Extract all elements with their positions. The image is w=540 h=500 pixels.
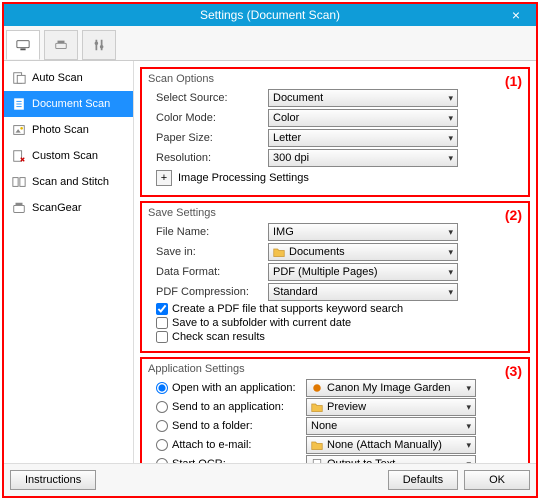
- chevron-down-icon: ▾: [448, 133, 453, 144]
- window-title: Settings (Document Scan): [200, 8, 340, 22]
- select-source-dropdown[interactable]: Document▾: [268, 89, 458, 107]
- color-mode-dropdown[interactable]: Color▾: [268, 109, 458, 127]
- chevron-down-icon: ▾: [466, 402, 471, 413]
- annotation-marker: (2): [505, 207, 522, 223]
- chevron-down-icon: ▾: [448, 247, 453, 258]
- close-icon[interactable]: ×: [496, 4, 536, 26]
- save-in-dropdown[interactable]: Documents ▾: [268, 243, 458, 261]
- mode-toolbar: [4, 26, 536, 61]
- select-source-label: Select Source:: [148, 92, 268, 104]
- pdf-compression-dropdown[interactable]: Standard▾: [268, 283, 458, 301]
- chevron-down-icon: ▾: [448, 267, 453, 278]
- sidebar-item-document-scan[interactable]: Document Scan: [4, 91, 133, 117]
- chevron-down-icon: ▾: [448, 287, 453, 298]
- chevron-down-icon: ▾: [466, 459, 471, 464]
- instructions-button[interactable]: Instructions: [10, 470, 96, 490]
- image-processing-label: Image Processing Settings: [178, 172, 309, 184]
- settings-panels: Scan Options (1) Select Source: Document…: [134, 61, 536, 463]
- subfolder-checkbox[interactable]: Save to a subfolder with current date: [148, 317, 522, 329]
- defaults-button[interactable]: Defaults: [388, 470, 458, 490]
- group-title: Application Settings: [148, 363, 522, 375]
- paper-size-dropdown[interactable]: Letter▾: [268, 129, 458, 147]
- sidebar-item-label: Auto Scan: [32, 72, 83, 84]
- attach-email-radio[interactable]: [156, 439, 168, 451]
- window: Settings (Document Scan) × Auto Scan: [2, 2, 538, 498]
- folder-icon: [273, 246, 285, 258]
- mode-scan-from-panel[interactable]: [44, 30, 78, 60]
- pdf-compression-label: PDF Compression:: [148, 286, 268, 298]
- chevron-down-icon: ▾: [448, 227, 453, 238]
- sidebar-item-label: Custom Scan: [32, 150, 98, 162]
- group-title: Save Settings: [148, 207, 522, 219]
- sidebar-item-label: Scan and Stitch: [32, 176, 109, 188]
- file-name-label: File Name:: [148, 226, 268, 238]
- start-ocr-radio[interactable]: [156, 458, 168, 463]
- text-icon: [311, 458, 323, 463]
- send-to-app-dropdown[interactable]: Preview ▾: [306, 398, 476, 416]
- sidebar-item-label: ScanGear: [32, 202, 82, 214]
- open-with-app-dropdown[interactable]: Canon My Image Garden ▾: [306, 379, 476, 397]
- sidebar-item-label: Photo Scan: [32, 124, 89, 136]
- titlebar: Settings (Document Scan) ×: [4, 4, 536, 26]
- open-with-app-radio[interactable]: [156, 382, 168, 394]
- group-title: Scan Options: [148, 73, 522, 85]
- scan-options-group: Scan Options (1) Select Source: Document…: [140, 67, 530, 197]
- file-name-dropdown[interactable]: IMG▾: [268, 223, 458, 241]
- folder-icon: [311, 439, 323, 451]
- keyword-search-checkbox[interactable]: Create a PDF file that supports keyword …: [148, 303, 522, 315]
- annotation-marker: (3): [505, 363, 522, 379]
- send-to-folder-radio[interactable]: [156, 420, 168, 432]
- send-to-app-radio[interactable]: [156, 401, 168, 413]
- chevron-down-icon: ▾: [466, 383, 471, 394]
- mode-scan-from-computer[interactable]: [6, 30, 40, 60]
- start-ocr-dropdown[interactable]: Output to Text ▾: [306, 455, 476, 463]
- chevron-down-icon: ▾: [448, 93, 453, 104]
- folder-icon: [311, 401, 323, 413]
- mode-settings[interactable]: [82, 30, 116, 60]
- data-format-label: Data Format:: [148, 266, 268, 278]
- expand-image-processing-button[interactable]: +: [156, 170, 172, 186]
- check-results-checkbox[interactable]: Check scan results: [148, 331, 522, 343]
- application-settings-group: Application Settings (3) Open with an ap…: [140, 357, 530, 463]
- sidebar-item-photo-scan[interactable]: Photo Scan: [4, 117, 133, 143]
- sidebar-item-label: Document Scan: [32, 98, 110, 110]
- chevron-down-icon: ▾: [448, 153, 453, 164]
- sidebar: Auto Scan Document Scan Photo Scan Custo…: [4, 61, 134, 463]
- sidebar-item-custom-scan[interactable]: Custom Scan: [4, 143, 133, 169]
- footer: Instructions Defaults OK: [4, 463, 536, 496]
- paper-size-label: Paper Size:: [148, 132, 268, 144]
- sidebar-item-auto-scan[interactable]: Auto Scan: [4, 65, 133, 91]
- app-icon: [311, 382, 323, 394]
- attach-email-dropdown[interactable]: None (Attach Manually) ▾: [306, 436, 476, 454]
- chevron-down-icon: ▾: [466, 421, 471, 432]
- save-in-label: Save in:: [148, 246, 268, 258]
- resolution-label: Resolution:: [148, 152, 268, 164]
- sidebar-item-scangear[interactable]: ScanGear: [4, 195, 133, 221]
- chevron-down-icon: ▾: [466, 440, 471, 451]
- chevron-down-icon: ▾: [448, 113, 453, 124]
- sidebar-item-scan-stitch[interactable]: Scan and Stitch: [4, 169, 133, 195]
- save-settings-group: Save Settings (2) File Name: IMG▾ Save i…: [140, 201, 530, 353]
- annotation-marker: (1): [505, 73, 522, 89]
- send-to-folder-dropdown[interactable]: None▾: [306, 417, 476, 435]
- color-mode-label: Color Mode:: [148, 112, 268, 124]
- resolution-dropdown[interactable]: 300 dpi▾: [268, 149, 458, 167]
- data-format-dropdown[interactable]: PDF (Multiple Pages)▾: [268, 263, 458, 281]
- ok-button[interactable]: OK: [464, 470, 530, 490]
